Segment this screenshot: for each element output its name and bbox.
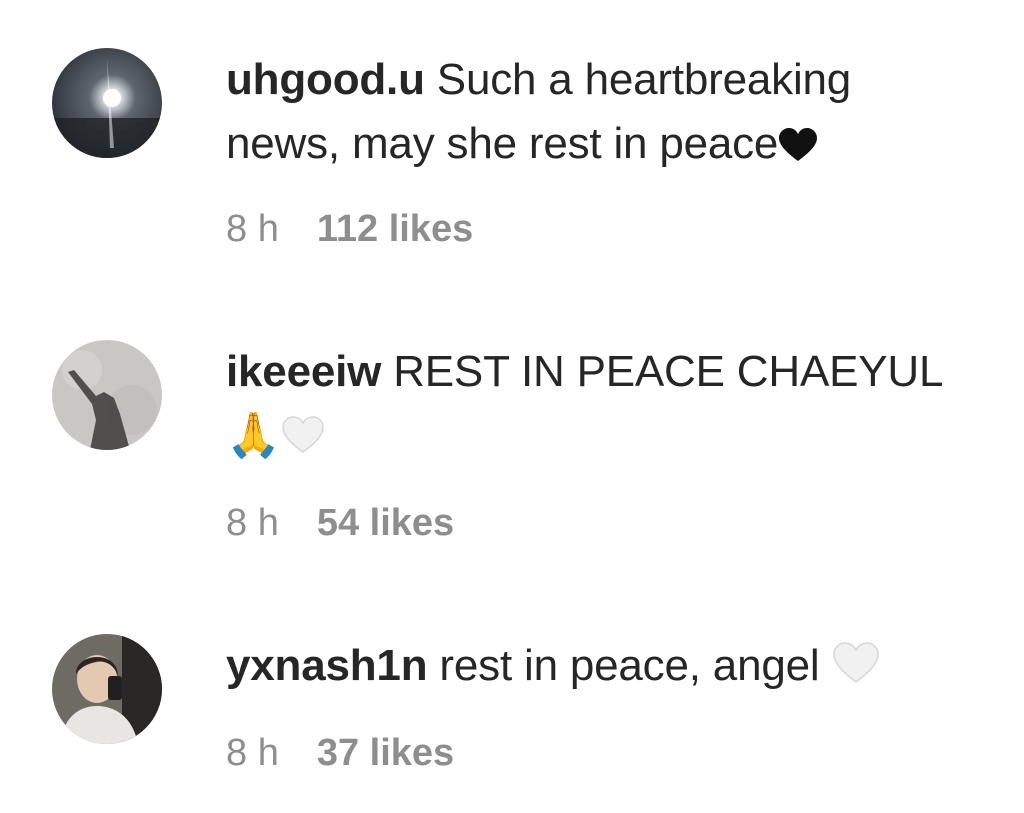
avatar[interactable] [52,340,162,450]
comment-body-line1: Such a heartbreaking [436,55,852,104]
comment-text: uhgood.u Such a heartbreaking news, may … [226,48,1006,180]
black-heart-icon [778,116,818,180]
comment-body-line1: rest in peace, angel [439,641,820,690]
comment-username[interactable]: uhgood.u [226,55,425,104]
comment-likes[interactable]: 54 likes [317,502,454,544]
comment-meta: 8 h 54 likes [226,502,454,545]
night-sky-light-avatar [52,48,162,158]
comment-time: 8 h [226,208,279,250]
shadow-silhouette-avatar [52,340,162,450]
comment-time: 8 h [226,502,279,544]
comment-text: yxnash1n rest in peace, angel [226,634,1006,702]
white-heart-icon [281,408,325,472]
comment-item: uhgood.u Such a heartbreaking news, may … [0,0,1024,290]
comment-time: 8 h [226,732,279,774]
comment-body-line1: REST IN PEACE CHAEYUL [393,347,944,396]
comment-likes[interactable]: 112 likes [317,208,473,250]
mirror-selfie-avatar [52,634,162,744]
folded-hands-emoji: 🙏 [226,411,281,460]
comment-meta: 8 h 37 likes [226,732,454,775]
avatar[interactable] [52,48,162,158]
comment-username[interactable]: yxnash1n [226,641,428,690]
comment-text: ikeeeiw REST IN PEACE CHAEYUL 🙏 [226,340,1006,472]
comment-item: ikeeeiw REST IN PEACE CHAEYUL 🙏 8 h 54 li… [0,290,1024,580]
comment-item: yxnash1n rest in peace, angel 8 h 37 like… [0,580,1024,813]
comment-meta: 8 h 112 likes [226,208,473,251]
comment-username[interactable]: ikeeeiw [226,347,381,396]
comment-likes[interactable]: 37 likes [317,732,454,774]
comment-body-line2: news, may she rest in peace [226,119,779,168]
avatar[interactable] [52,634,162,744]
white-heart-icon [832,638,880,702]
